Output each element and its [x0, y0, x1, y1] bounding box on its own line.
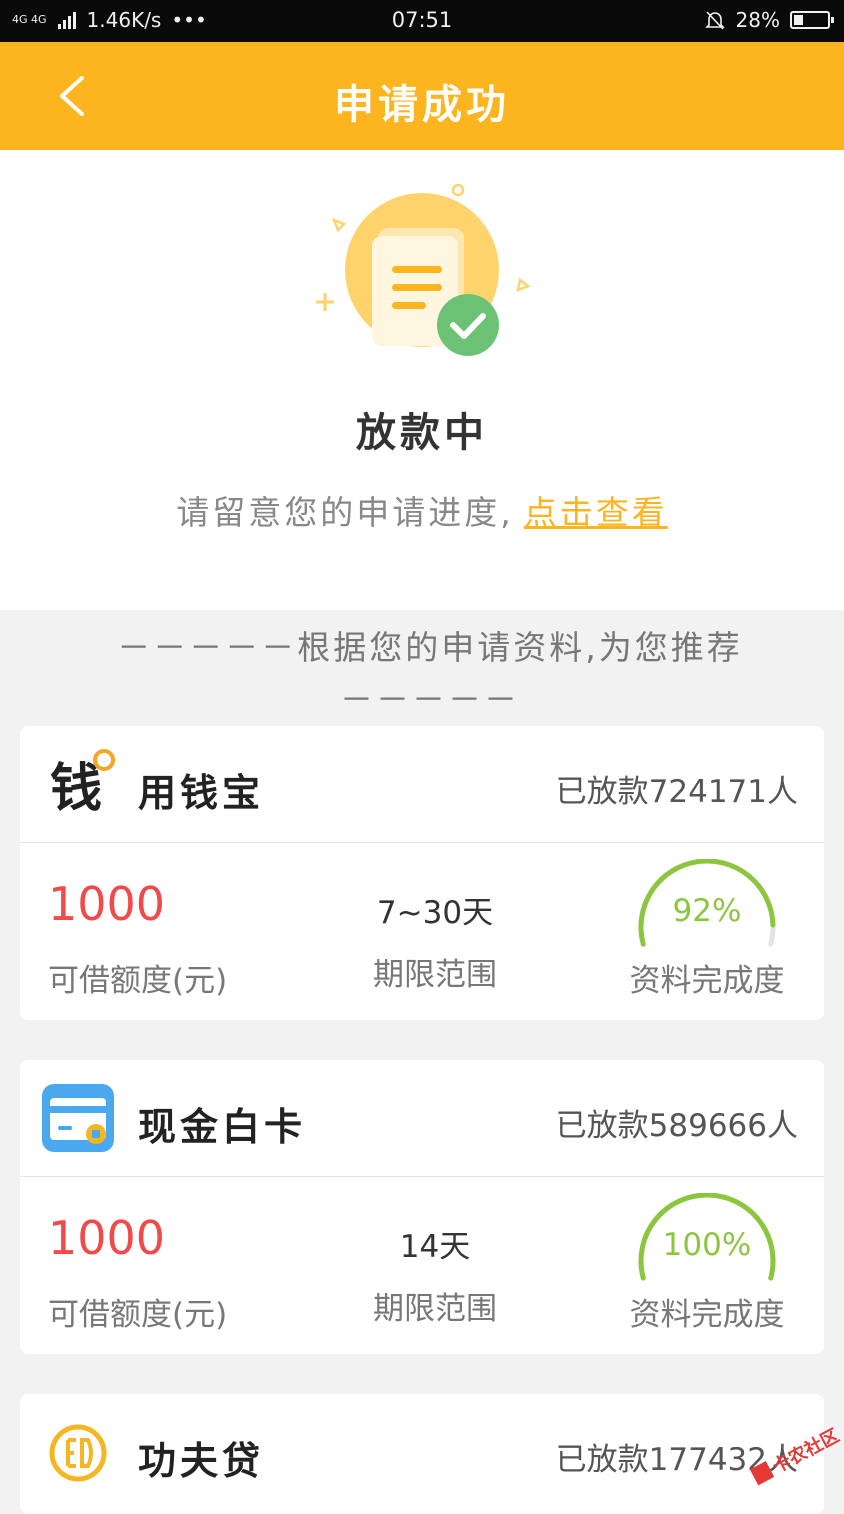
credit-card-icon — [42, 1084, 114, 1152]
product-card[interactable]: 现金白卡 已放款589666人 1000 可借额度(元) 14天 期限范围 10… — [20, 1060, 824, 1354]
view-progress-link[interactable]: 点击查看 — [524, 493, 668, 532]
recommend-heading-dashes: －－－－－ — [340, 680, 520, 719]
product-card-header: 功夫贷 已放款177432人 — [20, 1394, 824, 1510]
coin-logo-icon — [49, 1424, 107, 1482]
bell-muted-icon — [704, 11, 725, 30]
loan-amount: 1000 — [48, 1211, 166, 1265]
status-description: 请留意您的申请进度, 点击查看 — [0, 486, 844, 534]
loan-term-label: 期限范围 — [373, 957, 497, 993]
status-description-text: 请留意您的申请进度, — [176, 493, 514, 532]
product-name: 用钱宝 — [138, 771, 265, 815]
product-card-body: 1000 可借额度(元) 14天 期限范围 100% 资料完成度 — [20, 1177, 824, 1353]
page-title: 申请成功 — [334, 82, 510, 128]
app-header: 申请成功 — [0, 42, 844, 150]
recommend-heading: －－－－－根据您的申请资料,为您推荐 －－－－－ — [80, 622, 780, 726]
completion-label: 资料完成度 — [629, 1297, 785, 1333]
product-card[interactable]: 功夫贷 已放款177432人 — [20, 1394, 824, 1514]
loan-amount-label: 可借额度(元) — [48, 963, 228, 999]
loan-amount: 1000 — [48, 877, 166, 931]
product-logo — [42, 1416, 116, 1490]
completion-percent: 100% — [662, 1227, 752, 1263]
loan-term: 7~30天 — [376, 895, 494, 931]
loan-amount-label: 可借额度(元) — [48, 1297, 228, 1333]
success-panel: 放款中 请留意您的申请进度, 点击查看 — [0, 150, 844, 610]
completion-percent: 92% — [672, 893, 742, 929]
money-logo-icon: 钱 — [50, 749, 115, 819]
recommend-heading-line: －－－－－根据您的申请资料,为您推荐 — [117, 628, 743, 667]
loan-status-title: 放款中 — [356, 410, 488, 456]
loan-term-label: 期限范围 — [373, 1291, 497, 1327]
product-name: 现金白卡 — [138, 1105, 307, 1149]
product-card-header: 现金白卡 已放款589666人 — [20, 1060, 824, 1177]
document-success-illustration — [316, 183, 531, 356]
product-name: 功夫贷 — [138, 1439, 265, 1483]
watermark-text: 卡农社区 — [769, 1424, 843, 1477]
loan-term: 14天 — [399, 1229, 471, 1265]
battery-percent: 28% — [735, 8, 780, 32]
product-logo: 钱 — [42, 748, 116, 822]
product-card[interactable]: 钱 用钱宝 已放款724171人 1000 可借额度(元) 7~30天 期限范围… — [20, 726, 824, 1020]
completion-label: 资料完成度 — [629, 963, 785, 999]
product-card-header: 钱 用钱宝 已放款724171人 — [20, 726, 824, 843]
product-logo — [42, 1082, 116, 1156]
loan-count: 已放款724171人 — [555, 774, 798, 810]
product-card-body: 1000 可借额度(元) 7~30天 期限范围 92% 资料完成度 — [20, 843, 824, 1019]
status-bar: 4G 4G 1.46K/s ••• 07:51 28% — [0, 0, 844, 42]
loan-count: 已放款589666人 — [555, 1108, 798, 1144]
watermark-logo: 卡农社区 — [749, 1424, 843, 1486]
battery-icon — [790, 11, 834, 29]
logo-text: 钱 — [50, 759, 102, 819]
